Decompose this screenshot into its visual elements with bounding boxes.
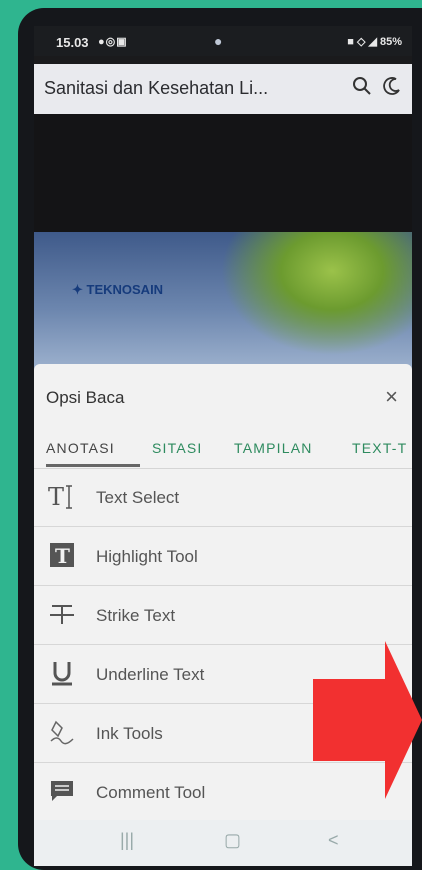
tab-text-t[interactable]: TEXT-T [352,440,407,456]
sheet-header: Opsi Baca × [34,364,412,422]
notification-icons: ●◎▣ [98,36,128,48]
sheet-title: Opsi Baca [46,388,125,407]
system-nav-bar: ||| ▢ < [34,820,412,866]
underline-icon [48,659,76,687]
tool-strike[interactable]: Strike Text [34,586,412,645]
active-tab-indicator [46,464,140,467]
comment-icon [48,777,76,805]
status-center-icon: ● [214,33,223,49]
tab-bar: ANOTASI SITASI TAMPILAN TEXT-T [34,428,412,469]
brand-text: TEKNOSAIN [86,282,164,297]
leaves-image [212,232,412,362]
ink-pen-icon [48,718,76,746]
search-icon[interactable] [352,76,372,102]
tab-tampilan[interactable]: TAMPILAN [234,440,313,456]
close-icon[interactable]: × [385,384,398,410]
tab-sitasi[interactable]: SITASI [152,440,203,456]
highlight-icon: T [48,541,76,569]
tool-label: Underline Text [96,665,205,684]
status-right-icons: ■ ◇ ◢ 85% [347,36,402,48]
red-arrow-annotation [313,641,422,799]
tool-label: Strike Text [96,606,176,625]
tab-anotasi[interactable]: ANOTASI [46,440,115,456]
moon-icon[interactable] [382,76,402,102]
strikethrough-icon [48,600,76,628]
cover-image: ✦ TEKNOSAIN [34,232,412,372]
brand-logo: ✦ TEKNOSAIN [72,282,164,297]
tool-text-select[interactable]: T Text Select [34,468,412,527]
tool-label: Highlight Tool [96,547,198,566]
tool-highlight[interactable]: T Highlight Tool [34,527,412,586]
status-bar: 15.03 ●◎▣ ● ■ ◇ ◢ 85% [34,26,412,56]
tool-label: Text Select [96,488,180,507]
back-button[interactable]: < [328,830,339,851]
page-title: Sanitasi dan Kesehatan Li... [44,78,269,98]
app-bar: Sanitasi dan Kesehatan Li... [34,64,412,114]
svg-text:T: T [48,483,64,510]
text-select-icon: T [48,482,76,510]
home-button[interactable]: ▢ [224,830,241,851]
svg-text:T: T [55,544,70,568]
status-time: 15.03 [56,35,89,50]
content-area [34,114,412,232]
recents-button[interactable]: ||| [120,830,134,851]
tool-label: Comment Tool [96,783,206,802]
tool-label: Ink Tools [96,724,163,743]
